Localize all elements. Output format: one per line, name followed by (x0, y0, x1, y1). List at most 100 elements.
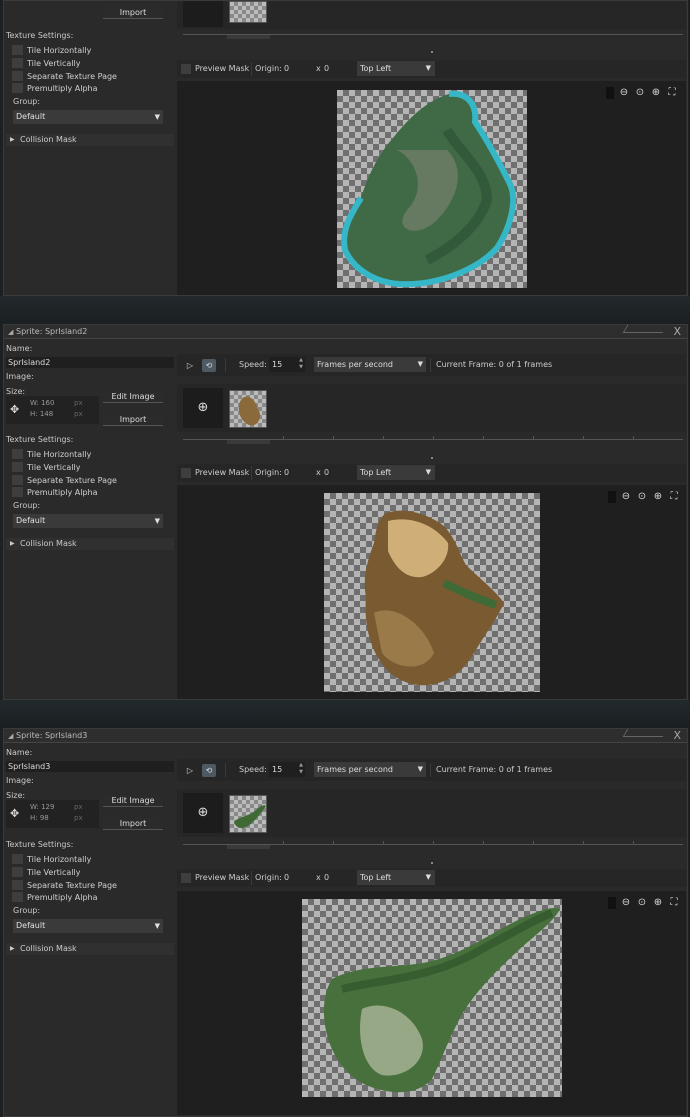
loop-icon[interactable]: ⟲ (202, 359, 216, 372)
zoom-in-icon[interactable]: ⊕ (650, 87, 662, 99)
separate-texture-page-checkbox[interactable] (12, 71, 23, 81)
tile-vertically-checkbox[interactable] (12, 867, 23, 877)
dropdown-arrow-icon: ▼ (417, 360, 423, 368)
preview-mask-label: Preview Mask (195, 468, 250, 477)
preview-mask-checkbox[interactable] (181, 873, 191, 883)
zoom-reset-icon[interactable]: ⊙ (636, 897, 648, 909)
origin-preset-dropdown[interactable]: Top Left ▼ (357, 465, 435, 480)
speed-value: 15 (272, 765, 283, 774)
premultiply-alpha-checkbox[interactable] (12, 487, 23, 497)
zoom-in-icon[interactable]: ⊕ (652, 897, 664, 909)
loop-icon[interactable]: ⟲ (202, 764, 216, 777)
frame-thumbnail[interactable] (229, 390, 267, 428)
separate-texture-page-checkbox[interactable] (12, 880, 23, 890)
play-icon[interactable]: ▷ (183, 359, 197, 372)
import-button[interactable]: Import (103, 7, 163, 19)
premultiply-alpha-label: Premultiply Alpha (27, 893, 98, 902)
origin-x-input[interactable]: 0 (284, 64, 289, 73)
origin-y-input[interactable]: 0 (324, 873, 329, 882)
add-frame-button[interactable] (183, 1, 223, 27)
frame-thumbnail[interactable] (229, 795, 267, 833)
zoom-reset-icon[interactable]: ⊙ (634, 87, 646, 99)
island-1-image (341, 90, 516, 288)
name-label: Name: (6, 344, 33, 353)
sprite-canvas[interactable]: ⊖ ⊙ ⊕ ⛶ (177, 81, 686, 295)
play-icon[interactable]: ▷ (183, 764, 197, 777)
timeline[interactable] (183, 434, 683, 448)
size-box: ✥ W: 129 H: 98 px px (6, 800, 99, 828)
tile-horizontally-checkbox[interactable] (12, 45, 23, 55)
width-value: W: 129 (30, 803, 55, 811)
fit-screen-icon[interactable]: ⛶ (668, 897, 680, 909)
frame-thumbnail[interactable] (229, 1, 267, 23)
group-value: Default (16, 921, 46, 930)
collapse-triangle-icon[interactable]: ◢ (8, 732, 13, 740)
group-dropdown[interactable]: Default ▼ (13, 110, 163, 124)
tile-vertically-checkbox[interactable] (12, 58, 23, 68)
zoom-out-icon[interactable]: ⊖ (620, 491, 632, 503)
close-icon[interactable]: X (673, 729, 681, 742)
origin-preset-dropdown[interactable]: Top Left ▼ (357, 870, 435, 885)
sprite-name-field[interactable]: SprIsland3 (6, 761, 174, 772)
size-label: Size: (6, 387, 26, 396)
resize-icon[interactable]: ✥ (10, 808, 22, 820)
sprite-canvas[interactable]: ⊖ ⊙ ⊕ ⛶ (177, 891, 686, 1115)
resize-icon[interactable]: ✥ (10, 404, 22, 416)
group-label: Group: (13, 906, 41, 915)
premultiply-alpha-checkbox[interactable] (12, 892, 23, 902)
tile-horizontally-checkbox[interactable] (12, 449, 23, 459)
origin-preset-dropdown[interactable]: Top Left ▼ (357, 61, 435, 76)
sprite-canvas[interactable]: ⊖ ⊙ ⊕ ⛶ (177, 485, 686, 699)
add-frame-button[interactable]: ⊕ (183, 793, 223, 833)
import-button[interactable]: Import (103, 818, 163, 830)
origin-x-separator: x (316, 873, 321, 882)
preview-mask-checkbox[interactable] (181, 468, 191, 478)
background-gap (0, 700, 690, 728)
speed-input[interactable]: 15 ▲ ▼ (269, 357, 305, 372)
dropdown-arrow-icon: ▼ (425, 873, 431, 881)
fit-screen-icon[interactable]: ⛶ (666, 87, 678, 99)
speed-unit-dropdown[interactable]: Frames per second ▼ (314, 357, 426, 372)
group-dropdown[interactable]: Default ▼ (13, 514, 163, 528)
timeline[interactable] (183, 29, 683, 43)
tile-horizontally-checkbox[interactable] (12, 854, 23, 864)
origin-y-input[interactable]: 0 (324, 64, 329, 73)
close-icon[interactable]: X (673, 325, 681, 338)
collision-mask-section[interactable]: ▶ Collision Mask (6, 134, 174, 146)
separate-texture-page-checkbox[interactable] (12, 475, 23, 485)
zoom-out-icon[interactable]: ⊖ (620, 897, 632, 909)
sprite-name-field[interactable]: SprIsland2 (6, 357, 174, 368)
sprite-editor-panel-3: ◢ Sprite: SprIsland3 X Name: SprIsland3 … (3, 728, 688, 1117)
dropdown-arrow-icon: ▼ (154, 922, 160, 930)
tile-horizontally-label: Tile Horizontally (27, 855, 92, 864)
premultiply-alpha-checkbox[interactable] (12, 83, 23, 93)
collision-mask-section[interactable]: ▶ Collision Mask (6, 538, 174, 550)
tile-horizontally-label: Tile Horizontally (27, 450, 92, 459)
origin-x-input[interactable]: 0 (284, 873, 289, 882)
group-dropdown[interactable]: Default ▼ (13, 919, 163, 933)
timeline[interactable] (183, 839, 683, 853)
edit-image-button[interactable]: Edit Image (103, 391, 163, 403)
sprite-title-bar[interactable]: ◢ Sprite: SprIsland3 X (4, 729, 687, 743)
collapse-triangle-icon[interactable]: ◢ (8, 328, 13, 336)
fit-screen-icon[interactable]: ⛶ (668, 491, 680, 503)
speed-unit-dropdown[interactable]: Frames per second ▼ (314, 762, 426, 777)
tile-vertically-label: Tile Vertically (27, 868, 81, 877)
edit-image-button[interactable]: Edit Image (103, 795, 163, 807)
collision-mask-section[interactable]: ▶ Collision Mask (6, 943, 174, 955)
origin-y-input[interactable]: 0 (324, 468, 329, 477)
add-frame-button[interactable]: ⊕ (183, 388, 223, 428)
zoom-out-icon[interactable]: ⊖ (618, 87, 630, 99)
tile-vertically-checkbox[interactable] (12, 462, 23, 472)
zoom-reset-icon[interactable]: ⊙ (636, 491, 648, 503)
origin-x-input[interactable]: 0 (284, 468, 289, 477)
preview-mask-checkbox[interactable] (181, 64, 191, 74)
speed-input[interactable]: 15 ▲ ▼ (269, 762, 305, 777)
preview-pane: Preview Mask Origin: 0 x 0 Top Left ▼ ⊖ ⊙ (177, 1, 686, 297)
island-2-thumbnail (238, 396, 261, 426)
mask-origin-bar: Preview Mask Origin: 0 x 0 Top Left ▼ (177, 464, 686, 482)
sprite-title-bar[interactable]: ◢ Sprite: SprIsland2 X (4, 325, 687, 339)
zoom-in-icon[interactable]: ⊕ (652, 491, 664, 503)
import-button[interactable]: Import (103, 414, 163, 426)
px-unit: px (74, 399, 83, 407)
